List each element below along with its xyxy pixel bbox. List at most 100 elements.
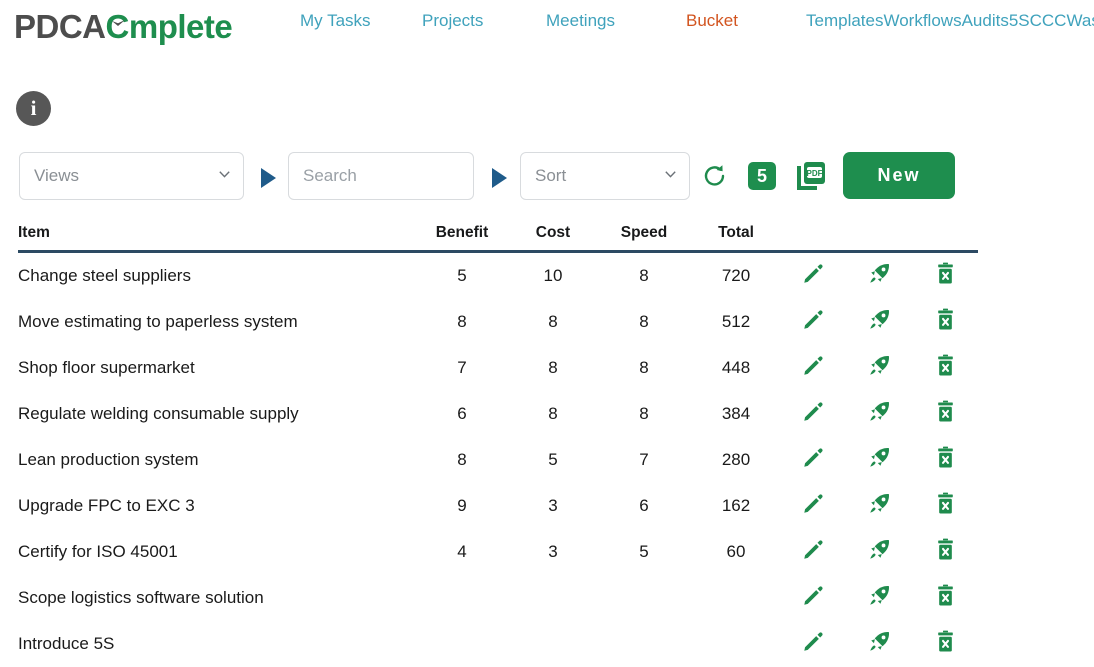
column-header-item[interactable]: Item bbox=[18, 224, 414, 252]
cell-item[interactable]: Introduce 5S bbox=[18, 621, 414, 667]
count-badge[interactable]: 5 bbox=[748, 162, 776, 190]
nav-item-projects[interactable]: Projects bbox=[422, 4, 546, 37]
column-header-benefit[interactable]: Benefit bbox=[414, 224, 510, 252]
cell-edit bbox=[780, 437, 846, 483]
rocket-icon[interactable] bbox=[868, 262, 891, 285]
nav-item-ccc[interactable]: CCC bbox=[1030, 4, 1067, 37]
rocket-icon[interactable] bbox=[868, 308, 891, 331]
delete-icon[interactable] bbox=[934, 538, 957, 561]
cell-speed: 8 bbox=[596, 391, 692, 437]
cell-delete bbox=[912, 252, 978, 300]
bucket-table: Item Benefit Cost Speed Total Change ste… bbox=[18, 224, 978, 667]
delete-icon[interactable] bbox=[934, 492, 957, 515]
cell-speed: 5 bbox=[596, 529, 692, 575]
cell-edit bbox=[780, 252, 846, 300]
table-row[interactable]: Move estimating to paperless system 8 8 … bbox=[18, 299, 978, 345]
refresh-icon[interactable] bbox=[702, 163, 728, 189]
table-row[interactable]: Regulate welding consumable supply 6 8 8… bbox=[18, 391, 978, 437]
rocket-icon[interactable] bbox=[868, 492, 891, 515]
nav-item-templates[interactable]: Templates bbox=[806, 4, 883, 37]
column-header-speed[interactable]: Speed bbox=[596, 224, 692, 252]
delete-icon[interactable] bbox=[934, 262, 957, 285]
new-button[interactable]: New bbox=[843, 152, 955, 199]
logo-text-mplete: mplete bbox=[129, 8, 232, 45]
cell-edit bbox=[780, 391, 846, 437]
edit-icon[interactable] bbox=[802, 492, 825, 515]
cell-item[interactable]: Change steel suppliers bbox=[18, 252, 414, 300]
cell-total: 280 bbox=[692, 437, 780, 483]
cell-item[interactable]: Shop floor supermarket bbox=[18, 345, 414, 391]
rocket-icon[interactable] bbox=[868, 630, 891, 653]
search-input[interactable] bbox=[288, 152, 474, 200]
cell-cost: 8 bbox=[510, 391, 596, 437]
cell-promote bbox=[846, 345, 912, 391]
cell-promote bbox=[846, 483, 912, 529]
cell-cost: 10 bbox=[510, 252, 596, 300]
edit-icon[interactable] bbox=[802, 308, 825, 331]
rocket-icon[interactable] bbox=[868, 354, 891, 377]
cell-delete bbox=[912, 391, 978, 437]
arrow-separator-1 bbox=[261, 168, 276, 188]
edit-icon[interactable] bbox=[802, 400, 825, 423]
nav-item-waste-walk[interactable]: Waste Walk bbox=[1066, 4, 1094, 37]
rocket-icon[interactable] bbox=[868, 446, 891, 469]
nav-item-bucket[interactable]: Bucket bbox=[686, 4, 806, 37]
nav-item-meetings[interactable]: Meetings bbox=[546, 4, 686, 37]
cell-speed bbox=[596, 575, 692, 621]
pdf-icon[interactable]: PDF bbox=[795, 160, 827, 192]
edit-icon[interactable] bbox=[802, 262, 825, 285]
cell-edit bbox=[780, 299, 846, 345]
edit-icon[interactable] bbox=[802, 446, 825, 469]
cell-total bbox=[692, 575, 780, 621]
cell-item[interactable]: Certify for ISO 45001 bbox=[18, 529, 414, 575]
cell-total: 162 bbox=[692, 483, 780, 529]
table-row[interactable]: Certify for ISO 45001 4 3 5 60 bbox=[18, 529, 978, 575]
cell-delete bbox=[912, 437, 978, 483]
app-logo[interactable]: PDCACmplete bbox=[14, 8, 232, 46]
cell-speed: 7 bbox=[596, 437, 692, 483]
edit-icon[interactable] bbox=[802, 584, 825, 607]
views-select[interactable]: Views bbox=[19, 152, 244, 200]
cell-item[interactable]: Scope logistics software solution bbox=[18, 575, 414, 621]
rocket-icon[interactable] bbox=[868, 400, 891, 423]
cell-total: 720 bbox=[692, 252, 780, 300]
cell-item[interactable]: Upgrade FPC to EXC 3 bbox=[18, 483, 414, 529]
cell-item[interactable]: Lean production system bbox=[18, 437, 414, 483]
sort-select-wrapper: Sort bbox=[520, 152, 690, 200]
cell-delete bbox=[912, 483, 978, 529]
cell-promote bbox=[846, 575, 912, 621]
table-row[interactable]: Introduce 5S bbox=[18, 621, 978, 667]
delete-icon[interactable] bbox=[934, 630, 957, 653]
info-icon[interactable]: i bbox=[16, 91, 51, 126]
edit-icon[interactable] bbox=[802, 630, 825, 653]
table-row[interactable]: Shop floor supermarket 7 8 8 448 bbox=[18, 345, 978, 391]
edit-icon[interactable] bbox=[802, 538, 825, 561]
rocket-icon[interactable] bbox=[868, 538, 891, 561]
nav-item-my-tasks[interactable]: My Tasks bbox=[300, 4, 422, 37]
sort-select[interactable]: Sort bbox=[520, 152, 690, 200]
delete-icon[interactable] bbox=[934, 400, 957, 423]
edit-icon[interactable] bbox=[802, 354, 825, 377]
delete-icon[interactable] bbox=[934, 308, 957, 331]
rocket-icon[interactable] bbox=[868, 584, 891, 607]
cell-item[interactable]: Regulate welding consumable supply bbox=[18, 391, 414, 437]
table-row[interactable]: Scope logistics software solution bbox=[18, 575, 978, 621]
cell-benefit: 7 bbox=[414, 345, 510, 391]
cell-item[interactable]: Move estimating to paperless system bbox=[18, 299, 414, 345]
column-header-cost[interactable]: Cost bbox=[510, 224, 596, 252]
nav-item-audits[interactable]: Audits bbox=[962, 4, 1009, 37]
delete-icon[interactable] bbox=[934, 584, 957, 607]
delete-icon[interactable] bbox=[934, 354, 957, 377]
logo-text-c-check: C bbox=[106, 8, 129, 46]
table-row[interactable]: Change steel suppliers 5 10 8 720 bbox=[18, 252, 978, 300]
cell-total: 60 bbox=[692, 529, 780, 575]
column-header-total[interactable]: Total bbox=[692, 224, 780, 252]
table-row[interactable]: Upgrade FPC to EXC 3 9 3 6 162 bbox=[18, 483, 978, 529]
cell-promote bbox=[846, 621, 912, 667]
views-select-wrapper: Views bbox=[19, 152, 244, 200]
delete-icon[interactable] bbox=[934, 446, 957, 469]
nav-item-workflows[interactable]: Workflows bbox=[883, 4, 961, 37]
table-row[interactable]: Lean production system 8 5 7 280 bbox=[18, 437, 978, 483]
nav-item-5s[interactable]: 5S bbox=[1009, 4, 1030, 37]
cell-delete bbox=[912, 529, 978, 575]
